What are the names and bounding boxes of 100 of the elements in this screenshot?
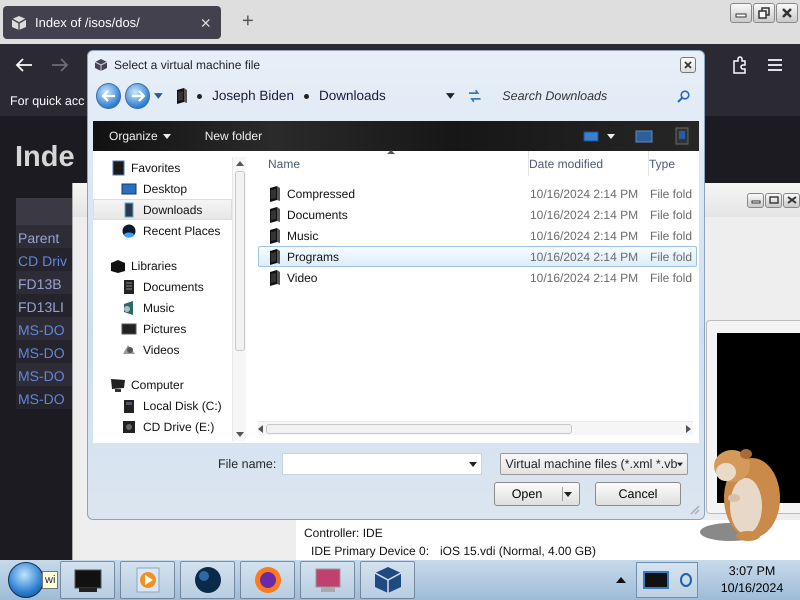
scroll-thumb[interactable] [266, 424, 572, 434]
file-row[interactable]: Music 10/16/2024 2:14 PM File fold [258, 225, 697, 246]
close-button[interactable] [783, 192, 800, 208]
file-name: Video [287, 270, 318, 286]
back-button[interactable] [96, 83, 122, 109]
minimize-button[interactable] [747, 192, 764, 208]
scroll-thumb[interactable] [235, 171, 245, 351]
scroll-left-icon [258, 425, 263, 433]
vertical-scrollbar[interactable] [232, 157, 246, 441]
cancel-button[interactable]: Cancel [595, 482, 681, 506]
type-cell-text: File fold [650, 186, 694, 202]
help-icon[interactable] [675, 127, 689, 145]
forward-arrow-icon[interactable] [51, 57, 69, 73]
browser-tab[interactable]: Index of /isos/dos/ × [3, 6, 221, 39]
file-row[interactable]: Compressed 10/16/2024 2:14 PM File fold [258, 183, 697, 204]
folder-icon [268, 206, 280, 224]
file-row[interactable]: Programs 10/16/2024 2:14 PM File fold [258, 246, 697, 267]
taskbar-button[interactable] [180, 561, 236, 599]
taskbar-button[interactable] [240, 561, 296, 599]
close-icon [786, 196, 796, 204]
folder-icon [268, 184, 280, 202]
resize-grip-icon[interactable] [688, 503, 700, 515]
file-row[interactable]: Video 10/16/2024 2:14 PM File fold [258, 267, 697, 288]
preview-pane-icon[interactable] [635, 129, 653, 143]
field-label: File name: [218, 456, 276, 473]
nav-group[interactable]: Libraries [93, 255, 232, 276]
type-cell-text: File fold [650, 270, 694, 286]
new-tab-button[interactable]: + [236, 10, 260, 32]
address-bar[interactable]: Joseph Biden Downloads [169, 84, 450, 108]
page-heading: Inde [15, 140, 75, 175]
forward-arrow-icon [130, 90, 145, 102]
close-button[interactable] [776, 3, 798, 23]
organize-button[interactable]: Organize [103, 127, 177, 145]
back-arrow-icon [102, 90, 116, 102]
nav-group[interactable]: Computer [93, 374, 232, 395]
type-cell-text: File fold [650, 228, 694, 244]
nav-item[interactable]: Documents [93, 276, 232, 297]
file-name: Documents [287, 206, 348, 224]
date-cell-text: 10/16/2024 2:14 PM [530, 186, 640, 202]
drive-icon [121, 418, 137, 434]
close-icon [781, 7, 793, 19]
taskbar-button[interactable] [60, 561, 116, 599]
forward-button[interactable] [125, 83, 150, 109]
caret-icon[interactable] [154, 93, 164, 99]
clock[interactable]: 3:07 PM 10/16/2024 [704, 563, 800, 597]
desktop-icon [121, 180, 137, 196]
breadcrumb-item[interactable]: Downloads [318, 86, 386, 106]
nav-item[interactable]: Local Disk (C:) [93, 395, 232, 416]
tooltip: wi [42, 571, 58, 589]
nav-item[interactable]: CD Drive (E:) [93, 416, 232, 437]
puzzle-icon[interactable] [731, 56, 749, 74]
maximize-icon [768, 196, 778, 204]
document-icon [121, 278, 137, 294]
close-tab-button[interactable]: × [198, 14, 213, 32]
search-field[interactable]: Search Downloads [502, 86, 672, 106]
open-button[interactable]: Open [494, 482, 580, 506]
controller-label: Controller: IDE [304, 525, 384, 542]
back-arrow-icon[interactable] [15, 57, 33, 73]
restore-button[interactable] [753, 3, 775, 23]
nav-item[interactable]: Recent Places [93, 220, 232, 241]
caret-icon[interactable] [607, 134, 615, 138]
nav-group[interactable]: Favorites [93, 157, 232, 178]
close-icon [683, 60, 693, 70]
view-icon[interactable] [583, 130, 599, 142]
horizontal-scrollbar[interactable] [258, 421, 693, 435]
start-button[interactable] [8, 562, 44, 598]
file-name: Programs [287, 248, 340, 266]
menu-icon[interactable] [767, 58, 783, 72]
file-name-field[interactable] [282, 453, 482, 475]
new-folder-button[interactable]: New folder [198, 127, 268, 145]
refresh-icon[interactable] [466, 89, 482, 103]
device-label: IDE Primary Device 0: [311, 543, 430, 560]
column-header[interactable]: Date modified [529, 151, 649, 176]
minimize-button[interactable] [730, 3, 752, 23]
file-name: Compressed [287, 186, 356, 202]
file-type-dropdown[interactable]: Virtual machine files (*.xml *.vb [500, 453, 688, 475]
folder-icon [268, 226, 280, 244]
nav-item[interactable]: Pictures [93, 318, 232, 339]
folder-icon [175, 87, 188, 105]
breadcrumb-item[interactable]: Joseph Biden [212, 86, 294, 106]
column-header[interactable]: Name [258, 151, 529, 176]
nav-item[interactable]: Videos [93, 339, 232, 360]
nav-item[interactable]: Downloads [93, 199, 232, 220]
monitor-icon[interactable] [641, 568, 671, 592]
up-arrow-icon [616, 576, 626, 583]
folder-icon [268, 268, 280, 286]
type-cell-text: File fold [650, 206, 694, 224]
network-icon[interactable] [679, 572, 693, 588]
taskbar-button[interactable] [360, 561, 416, 599]
file-row[interactable]: Documents 10/16/2024 2:14 PM File fold [258, 204, 697, 225]
separator-icon [197, 94, 202, 98]
scroll-right-icon [686, 425, 691, 433]
close-button[interactable] [680, 57, 696, 73]
scroll-up-icon [236, 161, 244, 166]
nav-item[interactable]: Desktop [93, 178, 232, 199]
nav-item[interactable]: Music [93, 297, 232, 318]
separator-icon [304, 94, 309, 98]
maximize-button[interactable] [765, 192, 782, 208]
caret-icon[interactable] [446, 93, 455, 99]
column-header[interactable]: Type [649, 151, 697, 176]
